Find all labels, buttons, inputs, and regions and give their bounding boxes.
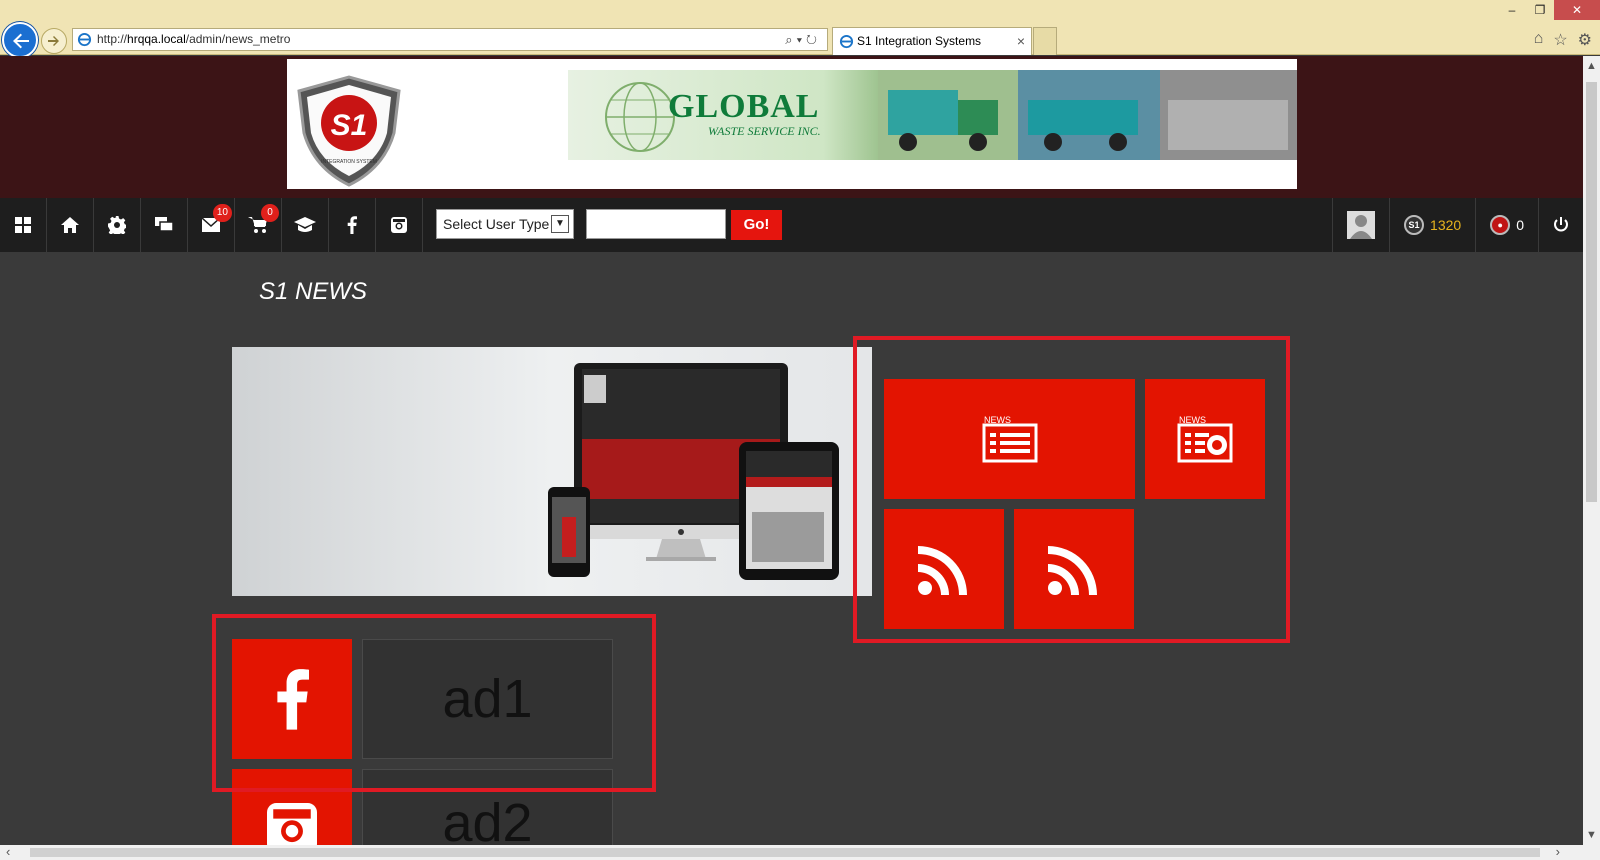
chat-icon xyxy=(155,217,173,232)
settings-icon[interactable]: ⚙ xyxy=(1578,30,1592,50)
ie-icon xyxy=(839,34,854,49)
logo-subtext: INTEGRATION SYSTEM xyxy=(321,159,377,165)
address-tools[interactable]: ⌕▾↻ xyxy=(785,29,821,50)
trucks-photo xyxy=(878,70,1297,160)
highlight-box-news-tiles xyxy=(853,336,1290,643)
instagram-icon xyxy=(267,803,317,845)
ad-subtitle: WASTE SERVICE INC. xyxy=(708,124,821,138)
url-host: hrqqa.local xyxy=(127,32,186,46)
logout-button[interactable] xyxy=(1538,198,1583,252)
new-tab-button[interactable] xyxy=(1033,27,1057,55)
profile-button[interactable] xyxy=(1332,198,1389,252)
graduation-cap-icon xyxy=(294,217,316,232)
cart-button[interactable]: 0 xyxy=(235,198,282,252)
logo-text: S1 xyxy=(331,109,368,142)
scroll-up-icon[interactable]: ▲ xyxy=(1586,60,1597,72)
devices-illustration xyxy=(548,363,839,580)
close-window-icon[interactable]: ✕ xyxy=(1554,0,1600,20)
user-type-select[interactable]: Select User Type ▼ xyxy=(436,209,574,239)
tokens-value: 0 xyxy=(1516,217,1524,233)
hero-banner-image[interactable] xyxy=(232,347,872,596)
s1-logo[interactable]: S1 INTEGRATION SYSTEM xyxy=(289,73,409,188)
s1-coin-icon: S1 xyxy=(1404,215,1425,235)
home-button[interactable] xyxy=(47,198,94,252)
points-display[interactable]: S1 1320 xyxy=(1389,198,1475,252)
nav-right: S1 1320 ● 0 xyxy=(1332,198,1583,252)
settings-button[interactable] xyxy=(94,198,141,252)
apps-menu-button[interactable] xyxy=(0,198,47,252)
ie-icon xyxy=(77,32,92,47)
avatar xyxy=(1347,211,1376,239)
gear-icon xyxy=(108,216,126,234)
back-button[interactable] xyxy=(2,22,38,58)
home-icon[interactable]: ⌂ xyxy=(1534,30,1544,50)
site-banner: S1 INTEGRATION SYSTEM GLOBAL WASTE SERVI… xyxy=(0,56,1583,198)
scroll-thumb[interactable] xyxy=(30,848,1540,857)
tab-title: S1 Integration Systems xyxy=(857,34,982,48)
facebook-button[interactable] xyxy=(329,198,376,252)
url-prefix: http:// xyxy=(97,32,128,46)
tokens-display[interactable]: ● 0 xyxy=(1475,198,1538,252)
browser-chrome: http://hrqqa.local/admin/news_metro ⌕▾↻ … xyxy=(0,0,1600,58)
scroll-down-icon[interactable]: ▼ xyxy=(1586,829,1597,841)
grid-icon xyxy=(15,217,31,233)
search-input[interactable] xyxy=(586,209,726,239)
points-value: 1320 xyxy=(1430,217,1462,233)
browser-toolbar: ⌂ ☆ ⚙ xyxy=(1534,30,1592,50)
page-viewport: S1 INTEGRATION SYSTEM GLOBAL WASTE SERVI… xyxy=(0,56,1583,845)
arrow-left-icon xyxy=(13,33,29,49)
top-nav-bar: 10 0 Select User Type ▼ Go! S1 1320 ● 0 xyxy=(0,198,1583,252)
window-controls: – ❐ ✕ xyxy=(1498,0,1600,20)
training-button[interactable] xyxy=(282,198,329,252)
global-waste-ad[interactable]: GLOBAL WASTE SERVICE INC. xyxy=(568,70,1297,160)
token-icon: ● xyxy=(1490,215,1511,235)
instagram-icon xyxy=(391,217,407,233)
scroll-left-icon[interactable]: ‹ xyxy=(6,844,10,859)
messages-button[interactable]: 10 xyxy=(188,198,235,252)
restore-icon[interactable]: ❐ xyxy=(1526,0,1554,20)
browser-tab[interactable]: S1 Integration Systems × xyxy=(832,27,1032,55)
address-bar[interactable]: http://hrqqa.local/admin/news_metro ⌕▾↻ xyxy=(72,28,828,51)
url-path: /admin/news_metro xyxy=(185,32,291,46)
page-title: S1 NEWS xyxy=(259,278,368,305)
user-icon xyxy=(1350,215,1373,239)
arrow-right-icon xyxy=(48,36,59,46)
banner-inner: S1 INTEGRATION SYSTEM GLOBAL WASTE SERVI… xyxy=(287,59,1297,189)
user-type-value: Select User Type xyxy=(443,216,550,232)
power-icon xyxy=(1554,217,1568,232)
cart-badge: 0 xyxy=(261,204,279,222)
instagram-button[interactable] xyxy=(376,198,423,252)
chat-button[interactable] xyxy=(141,198,188,252)
scroll-right-icon[interactable]: › xyxy=(1556,844,1560,859)
facebook-icon xyxy=(347,216,357,234)
horizontal-scrollbar[interactable]: ‹ › xyxy=(0,844,1600,860)
ad-title: GLOBAL xyxy=(668,88,820,125)
scroll-thumb[interactable] xyxy=(1586,82,1597,502)
forward-button[interactable] xyxy=(41,28,67,54)
highlight-box-social-ads xyxy=(212,614,656,792)
minimize-icon[interactable]: – xyxy=(1498,0,1526,20)
messages-badge: 10 xyxy=(212,204,232,222)
close-tab-icon[interactable]: × xyxy=(1017,28,1025,54)
chevron-down-icon: ▼ xyxy=(551,215,569,233)
home-icon xyxy=(61,217,79,233)
vertical-scrollbar[interactable]: ▲ ▼ xyxy=(1583,56,1600,845)
go-button[interactable]: Go! xyxy=(731,210,782,240)
favorites-icon[interactable]: ☆ xyxy=(1553,30,1567,50)
